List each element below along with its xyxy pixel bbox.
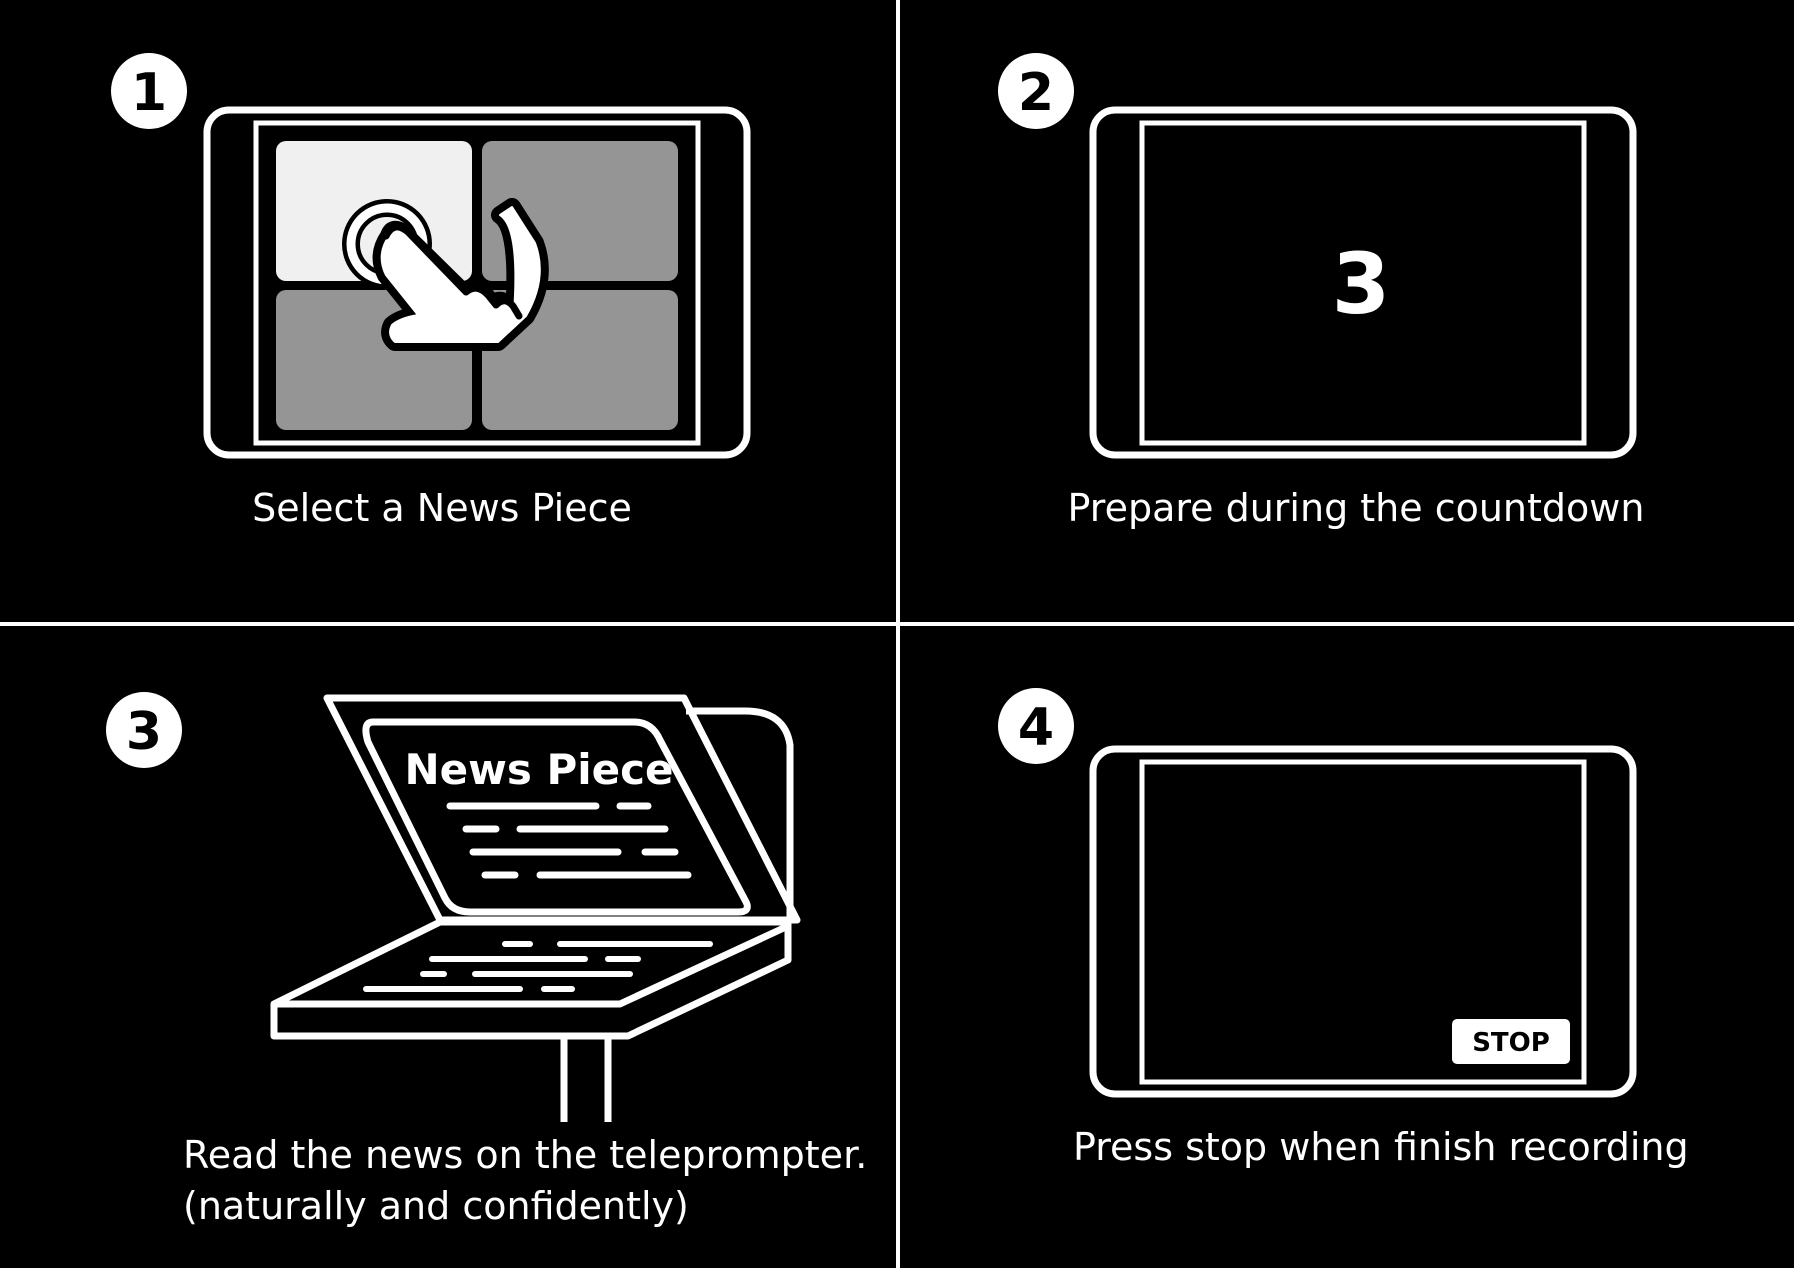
stop-button[interactable]: STOP — [1452, 1019, 1570, 1064]
step-1-badge: 1 — [111, 53, 187, 129]
step-4-badge: 4 — [998, 688, 1074, 764]
step-2-badge: 2 — [998, 53, 1074, 129]
step-2-caption: Prepare during the countdown — [1068, 486, 1645, 530]
step-3-caption-line2: (naturally and confidently) — [183, 1184, 689, 1228]
step-3-badge: 3 — [106, 692, 182, 768]
step-1-number: 1 — [131, 63, 167, 123]
step-2-number: 2 — [1018, 63, 1054, 123]
step-1-caption: Select a News Piece — [252, 486, 632, 530]
step-4-caption: Press stop when finish recording — [1073, 1125, 1689, 1169]
stop-button-label: STOP — [1472, 1028, 1550, 1058]
step-3-number: 3 — [126, 702, 162, 762]
step-3-caption-line1: Read the news on the teleprompter. — [183, 1133, 867, 1177]
prompter-title: News Piece — [404, 745, 673, 794]
step-4-number: 4 — [1018, 698, 1054, 758]
instruction-diagram: 1 Select a News Piece 2 3 Prepare during… — [0, 0, 1794, 1268]
countdown-number: 3 — [1332, 235, 1390, 333]
